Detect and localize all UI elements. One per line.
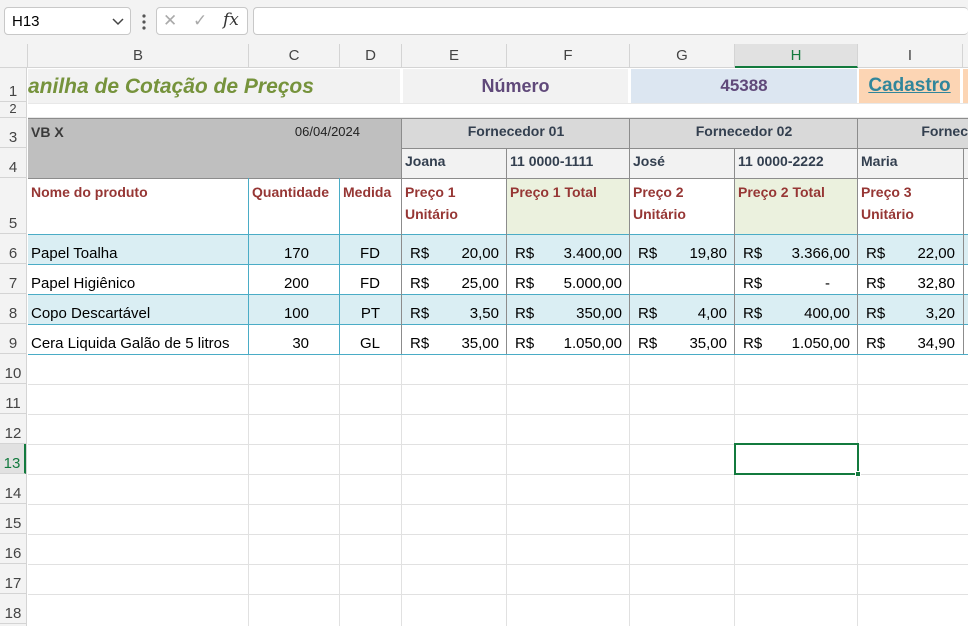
select-all-corner[interactable] <box>0 44 28 68</box>
item-p2u: R$ 19,80 <box>638 245 727 262</box>
item-p3u: R$ 22,00 <box>866 245 955 262</box>
item-p1u: R$ 3,50 <box>410 305 499 322</box>
item-product: Copo Descartável <box>31 305 151 322</box>
item-p1t: R$ 5.000,00 <box>515 275 622 292</box>
supplier-2-name: Fornecedor 02 <box>695 123 793 139</box>
enter-icon[interactable]: ✓ <box>193 11 207 31</box>
row-headers: 1 2 3 4 5 6 7 8 9 10 11 12 13 14 15 16 1… <box>0 68 27 626</box>
cancel-icon[interactable]: ✕ <box>163 11 177 31</box>
supplier-1-contact: Joana <box>405 153 446 169</box>
item-p2t: R$ 1.050,00 <box>743 335 850 352</box>
item-p3u: R$ 3,20 <box>866 305 955 322</box>
row-header[interactable]: 15 <box>0 504 26 534</box>
cadastro-link[interactable]: Cadastro <box>859 72 960 100</box>
header-p3-unit: Preço 3 Unitário <box>861 184 914 222</box>
name-box[interactable]: H13 <box>4 7 131 35</box>
row-header[interactable]: 13 <box>0 444 26 474</box>
item-p1u: R$ 35,00 <box>410 335 499 352</box>
row-header[interactable]: 5 <box>0 178 26 234</box>
item-unit: PT <box>360 305 380 322</box>
header-p1-unit: Preço 1 Unitário <box>405 184 458 222</box>
column-header-d[interactable]: D <box>340 44 402 68</box>
item-qty: 170 <box>283 245 309 262</box>
numero-label: Número <box>481 76 550 96</box>
item-p1t: R$ 1.050,00 <box>515 335 622 352</box>
item-p3u: R$ 32,80 <box>866 275 955 292</box>
item-p1u: R$ 20,00 <box>410 245 499 262</box>
column-headers: B C D E F G H I <box>0 44 968 68</box>
row-header[interactable]: 12 <box>0 414 26 444</box>
item-p2t: R$ - <box>743 275 830 292</box>
supplier-1-phone: 11 0000-1111 <box>510 153 594 169</box>
row-header[interactable]: 1 <box>0 68 26 102</box>
column-header-c[interactable]: C <box>249 44 340 68</box>
item-qty: 30 <box>292 335 309 352</box>
item-p3u: R$ 34,90 <box>866 335 955 352</box>
row-header[interactable]: 7 <box>0 264 26 294</box>
supplier-2-phone: 11 0000-2222 <box>738 153 824 169</box>
row-header[interactable]: 8 <box>0 294 26 324</box>
row-header[interactable]: 3 <box>0 118 26 148</box>
row-header[interactable]: 17 <box>0 564 26 594</box>
row-header[interactable]: 10 <box>0 354 26 384</box>
info-date: 06/04/2024 <box>294 124 360 139</box>
item-unit: FD <box>360 275 380 292</box>
row-header[interactable]: 16 <box>0 534 26 564</box>
supplier-2-contact: José <box>633 153 665 169</box>
fill-handle[interactable] <box>855 471 861 477</box>
item-p1u: R$ 25,00 <box>410 275 499 292</box>
row-header[interactable]: 14 <box>0 474 26 504</box>
item-qty: 200 <box>283 275 309 292</box>
header-product: Nome do produto <box>31 184 148 200</box>
item-p2t: R$ 400,00 <box>743 305 850 322</box>
header-unit: Medida <box>343 184 392 200</box>
header-p2-total: Preço 2 Total <box>738 184 825 200</box>
column-header-h[interactable]: H <box>735 44 858 68</box>
chevron-down-icon[interactable] <box>110 13 126 29</box>
item-qty: 100 <box>283 305 309 322</box>
item-p2u <box>630 265 734 294</box>
column-header-i[interactable]: I <box>858 44 963 68</box>
more-options-icon[interactable] <box>140 12 148 32</box>
supplier-1-name: Fornecedor 01 <box>467 123 565 139</box>
column-header-b[interactable]: B <box>28 44 249 68</box>
item-product: Papel Higiênico <box>31 275 136 292</box>
row-header[interactable]: 18 <box>0 594 26 624</box>
column-header-f[interactable]: F <box>507 44 630 68</box>
name-box-value: H13 <box>12 13 40 30</box>
item-p2t: R$ 3.366,00 <box>743 245 850 262</box>
column-header-g[interactable]: G <box>630 44 735 68</box>
item-unit: GL <box>359 335 380 352</box>
selected-cell[interactable] <box>734 443 859 475</box>
item-p2u: R$ 35,00 <box>638 335 727 352</box>
column-header-e[interactable]: E <box>402 44 507 68</box>
sheet-title: anilha de Cotação de Preços <box>28 75 314 98</box>
row-header[interactable]: 6 <box>0 234 26 264</box>
row-header[interactable]: 11 <box>0 384 26 414</box>
item-unit: FD <box>360 245 380 262</box>
formula-buttons: ✕ ✓ fx <box>156 7 248 35</box>
numero-value: 45388 <box>720 76 768 95</box>
row-header[interactable]: 2 <box>0 101 26 118</box>
supplier-3-name: Fornec <box>921 123 968 139</box>
next-cell-bg <box>963 69 968 103</box>
header-p2-unit: Preço 2 Unitário <box>633 184 686 222</box>
supplier-3-contact: Maria <box>861 153 898 169</box>
header-quantity: Quantidade <box>252 184 330 200</box>
info-code: VB X <box>31 124 64 140</box>
item-p2u: R$ 4,00 <box>638 305 727 322</box>
row-header[interactable]: 4 <box>0 148 26 178</box>
item-p1t: R$ 3.400,00 <box>515 245 622 262</box>
item-product: Papel Toalha <box>31 245 118 262</box>
insert-function-icon[interactable]: fx <box>223 10 239 30</box>
row-header[interactable]: 9 <box>0 324 26 354</box>
item-product: Cera Liquida Galão de 5 litros <box>31 335 230 352</box>
formula-input[interactable] <box>253 7 968 35</box>
item-p1t: R$ 350,00 <box>515 305 622 322</box>
header-p1-total: Preço 1 Total <box>510 184 597 200</box>
